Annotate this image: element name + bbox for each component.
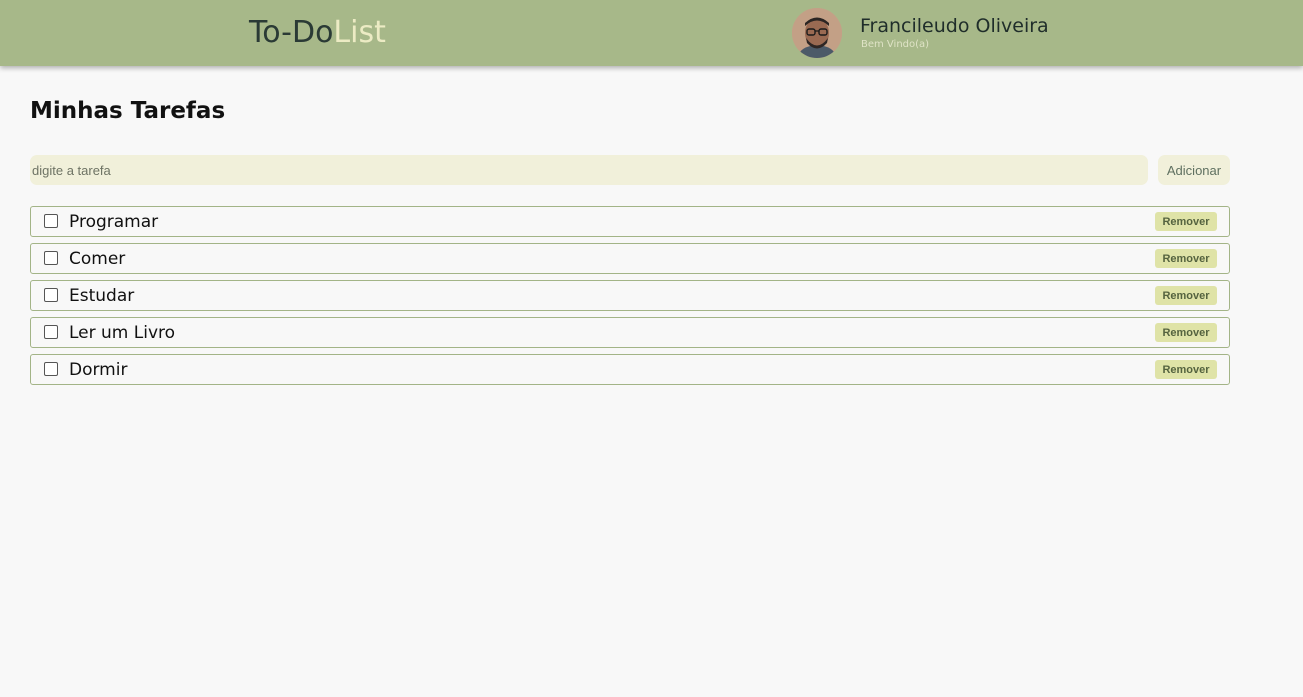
task-label: Ler um Livro: [69, 323, 176, 343]
logo-text-accent: List: [333, 15, 386, 50]
task-item: Estudar Remover: [30, 280, 1230, 311]
task-label: Comer: [69, 249, 126, 269]
task-checkbox[interactable]: [44, 325, 58, 339]
task-item: Ler um Livro Remover: [30, 317, 1230, 348]
app-header: To-DoList Francileudo Oliveira Bem Vindo…: [0, 0, 1303, 66]
task-label: Programar: [69, 212, 159, 232]
task-item: Dormir Remover: [30, 354, 1230, 385]
task-label: Dormir: [69, 360, 128, 380]
task-checkbox[interactable]: [44, 288, 58, 302]
task-input[interactable]: [30, 155, 1148, 185]
add-task-button[interactable]: Adicionar: [1158, 155, 1230, 185]
app-logo: To-DoList: [249, 14, 386, 52]
page-title: Minhas Tarefas: [30, 98, 226, 124]
task-checkbox[interactable]: [44, 214, 58, 228]
task-item: Programar Remover: [30, 206, 1230, 237]
remove-task-button[interactable]: Remover: [1155, 249, 1217, 268]
remove-task-button[interactable]: Remover: [1155, 323, 1217, 342]
task-checkbox[interactable]: [44, 362, 58, 376]
logo-text-primary: To-Do: [249, 15, 334, 50]
remove-task-button[interactable]: Remover: [1155, 212, 1217, 231]
remove-task-button[interactable]: Remover: [1155, 286, 1217, 305]
avatar-photo-icon: [792, 8, 842, 58]
user-name: Francileudo Oliveira: [860, 15, 1049, 37]
task-list: Programar Remover Comer Remover Estudar …: [30, 206, 1230, 391]
task-checkbox[interactable]: [44, 251, 58, 265]
remove-task-button[interactable]: Remover: [1155, 360, 1217, 379]
task-item: Comer Remover: [30, 243, 1230, 274]
task-label: Estudar: [69, 286, 135, 306]
user-avatar[interactable]: [792, 8, 842, 58]
welcome-text: Bem Vindo(a): [861, 39, 930, 50]
